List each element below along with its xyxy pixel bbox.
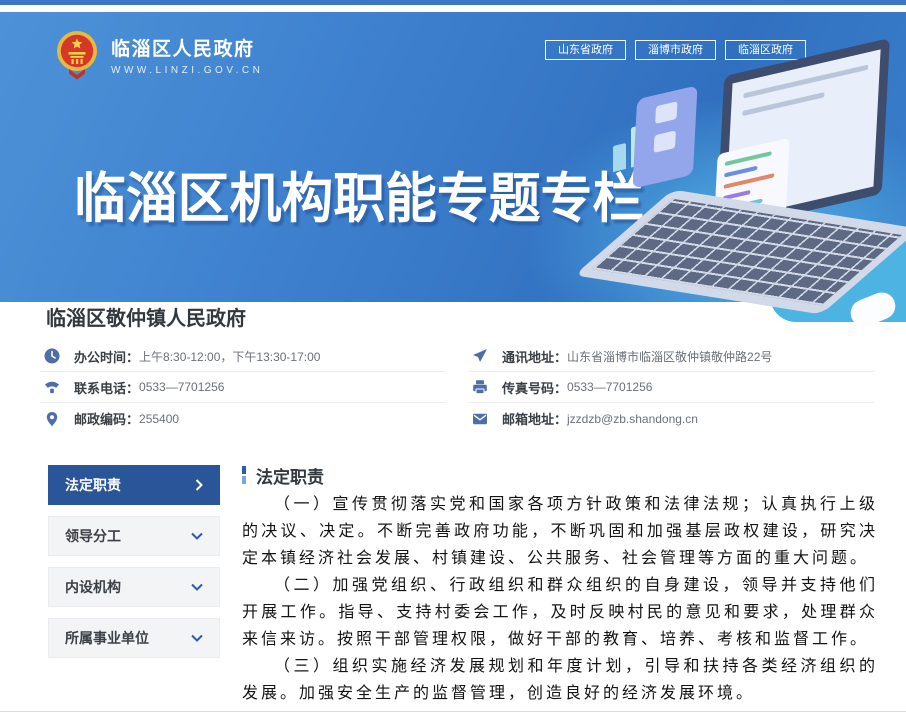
info-value: jzzdzb@zb.shandong.cn	[567, 412, 698, 426]
link-zibo-gov[interactable]: 淄博市政府	[635, 40, 716, 60]
info-value: 上午8:30-12:00，下午13:30-17:00	[139, 348, 320, 365]
banner-title: 临淄区机构职能专题专栏	[74, 154, 644, 233]
info-row-email: 邮箱地址： jzzdzb@zb.shandong.cn	[468, 403, 874, 434]
phone-icon	[44, 379, 60, 395]
paragraph: （三）组织实施经济发展规划和年度计划，引导和扶持各类经济组织的发展。加强安全生产…	[242, 653, 878, 707]
content-heading: 法定职责	[242, 465, 878, 485]
banner-cyan-blob	[770, 240, 906, 322]
mail-icon	[472, 411, 488, 427]
chevron-down-icon	[191, 634, 203, 642]
info-label: 联系电话：	[74, 378, 139, 397]
info-row-postcode: 邮政编码： 255400	[40, 403, 446, 434]
send-icon	[472, 348, 488, 364]
info-value: 0533—7701256	[139, 380, 224, 394]
info-label: 办公时间：	[74, 347, 139, 366]
info-row-fax: 传真号码： 0533—7701256	[468, 372, 874, 403]
site-name: 临淄区人民政府	[111, 34, 263, 61]
info-value: 255400	[139, 412, 179, 426]
sidebar-item-label: 法定职责	[65, 475, 121, 495]
printer-icon	[472, 379, 488, 395]
link-shandong-gov[interactable]: 山东省政府	[545, 40, 626, 60]
agency-info: 办公时间： 上午8:30-12:00，下午13:30-17:00 通讯地址： 山…	[40, 341, 874, 434]
content-panel: 法定职责 （一）宣传贯彻落实党和国家各项方针政策和法律法规；认真执行上级的决议、…	[242, 465, 878, 707]
info-row-phone: 联系电话： 0533—7701256	[40, 372, 446, 403]
paragraph: （二）加强党组织、行政组织和群众组织的自身建设，领导并支持他们开展工作。指导、支…	[242, 572, 878, 653]
decorative-chip	[790, 251, 827, 277]
sidebar-item-legal-duties[interactable]: 法定职责	[48, 465, 220, 505]
logo-text: 临淄区人民政府 WWW.LINZI.GOV.CN	[111, 34, 263, 76]
info-label: 传真号码：	[502, 378, 567, 397]
chevron-right-icon	[195, 479, 203, 491]
site-logo[interactable]: 临淄区人民政府 WWW.LINZI.GOV.CN	[55, 30, 263, 80]
info-row-office-hours: 办公时间： 上午8:30-12:00，下午13:30-17:00	[40, 341, 446, 372]
top-accent-strip	[0, 0, 906, 5]
agency-title-bar: 临淄区敬仲镇人民政府	[0, 302, 906, 336]
sidebar-item-label: 所属事业单位	[65, 628, 149, 648]
info-value: 山东省淄博市临淄区敬仲镇敬仲路22号	[567, 348, 772, 365]
sidebar-nav: 法定职责 领导分工 内设机构 所属事业单位	[48, 465, 220, 707]
sidebar-item-leadership-division[interactable]: 领导分工	[48, 516, 220, 556]
bottom-divider	[0, 711, 906, 712]
legal-duties-text: （一）宣传贯彻落实党和国家各项方针政策和法律法规；认真执行上级的决议、决定。不断…	[242, 491, 878, 707]
pin-icon	[44, 411, 60, 427]
sidebar-item-internal-departments[interactable]: 内设机构	[48, 567, 220, 607]
content-heading-text: 法定职责	[256, 463, 324, 488]
sidebar-item-label: 内设机构	[65, 577, 121, 597]
chevron-down-icon	[191, 532, 203, 540]
info-value: 0533—7701256	[567, 380, 652, 394]
info-label: 邮政编码：	[74, 409, 139, 428]
main-area: 法定职责 领导分工 内设机构 所属事业单位	[48, 465, 878, 707]
sidebar-item-affiliated-institutions[interactable]: 所属事业单位	[48, 618, 220, 658]
link-linzi-gov[interactable]: 临淄区政府	[725, 40, 806, 60]
info-label: 邮箱地址：	[502, 409, 567, 428]
gov-links-nav: 山东省政府 淄博市政府 临淄区政府	[545, 40, 806, 60]
info-row-mail-address: 通讯地址： 山东省淄博市临淄区敬仲镇敬仲路22号	[468, 341, 874, 372]
clock-icon	[44, 348, 60, 364]
paragraph: （一）宣传贯彻落实党和国家各项方针政策和法律法规；认真执行上级的决议、决定。不断…	[242, 491, 878, 572]
heading-accent-bar	[242, 466, 246, 484]
sidebar-item-label: 领导分工	[65, 526, 121, 546]
site-url: WWW.LINZI.GOV.CN	[111, 65, 263, 76]
national-emblem-icon	[55, 30, 99, 80]
info-label: 通讯地址：	[502, 347, 567, 366]
chevron-down-icon	[191, 583, 203, 591]
